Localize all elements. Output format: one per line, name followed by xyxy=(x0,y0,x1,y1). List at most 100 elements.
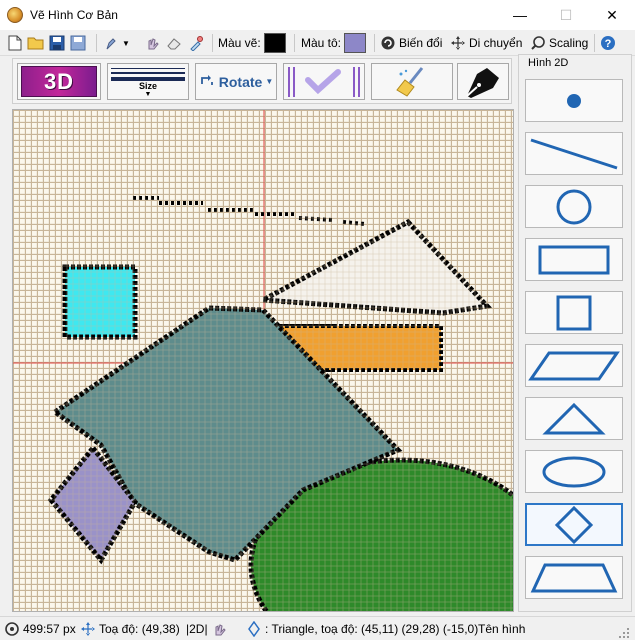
toolbar: ▼ Màu vẽ: Màu tô: Biến đổi Di chuyển Sca… xyxy=(0,30,635,56)
status-coord-text: Toạ độ: (49,38) xyxy=(99,622,180,636)
triangle-icon xyxy=(542,402,606,434)
checkmark-icon xyxy=(288,66,360,97)
eraser-button[interactable] xyxy=(165,33,183,53)
resize-grip[interactable] xyxy=(616,625,630,640)
ribbon: 3D Size ▼ Rotate ▼ xyxy=(12,58,512,104)
svg-text:?: ? xyxy=(605,38,612,50)
drawing-canvas[interactable] xyxy=(12,109,514,612)
line-icon xyxy=(530,138,618,169)
trapezoid-shape-button[interactable] xyxy=(525,556,623,599)
draw-color-label: Màu vẽ: xyxy=(218,36,261,50)
rotate-button[interactable]: Rotate ▼ xyxy=(195,63,277,100)
status-coordinates: Toạ độ: (49,38) xyxy=(80,621,180,637)
scaling-label: Scaling xyxy=(549,36,589,50)
draw-color-swatch[interactable] xyxy=(263,33,286,53)
status-size-text: 499:57 px xyxy=(23,622,76,636)
move-icon xyxy=(80,621,96,637)
mode-3d-label: 3D xyxy=(21,66,97,97)
square-icon xyxy=(556,295,592,330)
toolbar-separator xyxy=(374,34,375,52)
canvas-drawing xyxy=(13,110,513,611)
circle-icon xyxy=(556,189,592,224)
save-button[interactable] xyxy=(48,33,66,53)
maximize-button[interactable]: ☐ xyxy=(543,0,589,30)
new-file-icon xyxy=(6,34,24,52)
point-icon xyxy=(567,93,581,108)
pen-tool-button[interactable]: ▼ xyxy=(102,33,130,53)
point-shape-button[interactable] xyxy=(525,79,623,122)
help-button[interactable]: ? xyxy=(599,33,617,53)
select-all-button[interactable] xyxy=(283,63,365,100)
ellipse-shape-button[interactable] xyxy=(525,450,623,493)
title-bar: Vẽ Hình Cơ Bản — ☐ ✕ xyxy=(0,0,635,30)
rotate-label: Rotate xyxy=(218,73,263,90)
square-shape-button[interactable] xyxy=(525,291,623,334)
save-as-button[interactable] xyxy=(69,33,87,53)
parallelogram-icon xyxy=(528,351,620,380)
diamond-shape-button[interactable] xyxy=(525,503,623,546)
pixel-grid-overlay xyxy=(13,110,513,611)
move-button[interactable]: Di chuyển xyxy=(449,33,522,53)
status-info-text: : Triangle, toạ độ: (45,11) (29,28) (-15… xyxy=(265,622,479,636)
mode-3d-button[interactable]: 3D xyxy=(17,63,101,100)
pen-nib-button[interactable] xyxy=(457,63,509,100)
rectangle-icon xyxy=(538,245,610,274)
toolbar-separator xyxy=(294,34,295,52)
circle-shape-button[interactable] xyxy=(525,185,623,228)
close-button[interactable]: ✕ xyxy=(589,0,635,30)
color-picker-button[interactable] xyxy=(187,33,205,53)
hand-icon xyxy=(211,621,227,637)
status-mode-text: |2D| xyxy=(186,622,208,636)
rotate-icon xyxy=(199,72,215,91)
window-title: Vẽ Hình Cơ Bản xyxy=(30,8,118,22)
triangle-shape-button[interactable] xyxy=(525,397,623,440)
pen-icon xyxy=(102,34,120,52)
ellipse-icon xyxy=(542,456,606,487)
fill-color-picker[interactable]: Màu tô: xyxy=(301,33,367,53)
fill-color-swatch[interactable] xyxy=(344,33,367,53)
open-file-button[interactable] xyxy=(27,33,45,53)
help-icon: ? xyxy=(599,34,617,52)
app-icon xyxy=(7,7,23,23)
zoom-icon xyxy=(529,34,547,52)
line-shape-button[interactable] xyxy=(525,132,623,175)
resize-grip-icon xyxy=(619,628,629,638)
status-shape-info: : Triangle, toạ độ: (45,11) (29,28) (-15… xyxy=(246,621,478,637)
status-shape-name-text: Tên hình xyxy=(478,622,526,636)
trapezoid-icon xyxy=(530,563,618,592)
diamond-outline-icon xyxy=(246,621,262,637)
chevron-down-icon: ▼ xyxy=(265,77,274,86)
rectangle-shape-button[interactable] xyxy=(525,238,623,281)
save-icon xyxy=(48,34,66,52)
line-size-button[interactable]: Size ▼ xyxy=(107,63,189,100)
toolbar-separator xyxy=(96,34,97,52)
panel-title: Hình 2D xyxy=(528,57,569,69)
eraser-icon xyxy=(165,34,183,52)
transform-label: Biến đổi xyxy=(399,36,443,50)
size-label: Size xyxy=(138,80,157,91)
fill-color-label: Màu tô: xyxy=(301,36,342,50)
minimize-button[interactable]: — xyxy=(497,0,543,30)
toolbar-separator xyxy=(594,34,595,52)
parallelogram-shape-button[interactable] xyxy=(525,344,623,387)
draw-color-picker[interactable]: Màu vẽ: xyxy=(218,33,286,53)
hand-tool-button[interactable] xyxy=(143,33,161,53)
pen-nib-icon xyxy=(466,67,499,98)
broom-icon xyxy=(396,66,424,97)
status-size: 499:57 px xyxy=(4,621,76,637)
transform-button[interactable]: Biến đổi xyxy=(379,33,442,53)
chevron-down-icon: ▼ xyxy=(122,38,130,48)
save-as-icon xyxy=(69,34,87,52)
new-file-button[interactable] xyxy=(6,33,24,53)
line-size-icon xyxy=(111,67,185,81)
clear-canvas-button[interactable] xyxy=(371,63,453,100)
chevron-down-icon: ▼ xyxy=(144,90,152,98)
scaling-button[interactable]: Scaling xyxy=(529,33,588,53)
move-icon xyxy=(449,34,467,52)
move-label: Di chuyển xyxy=(469,36,523,50)
diamond-icon xyxy=(554,505,594,544)
status-shape-name: Tên hình xyxy=(478,621,525,637)
folder-icon xyxy=(27,34,45,52)
status-bar: 499:57 px Toạ độ: (49,38) |2D| : Triangl… xyxy=(0,616,635,640)
target-icon xyxy=(4,621,20,637)
